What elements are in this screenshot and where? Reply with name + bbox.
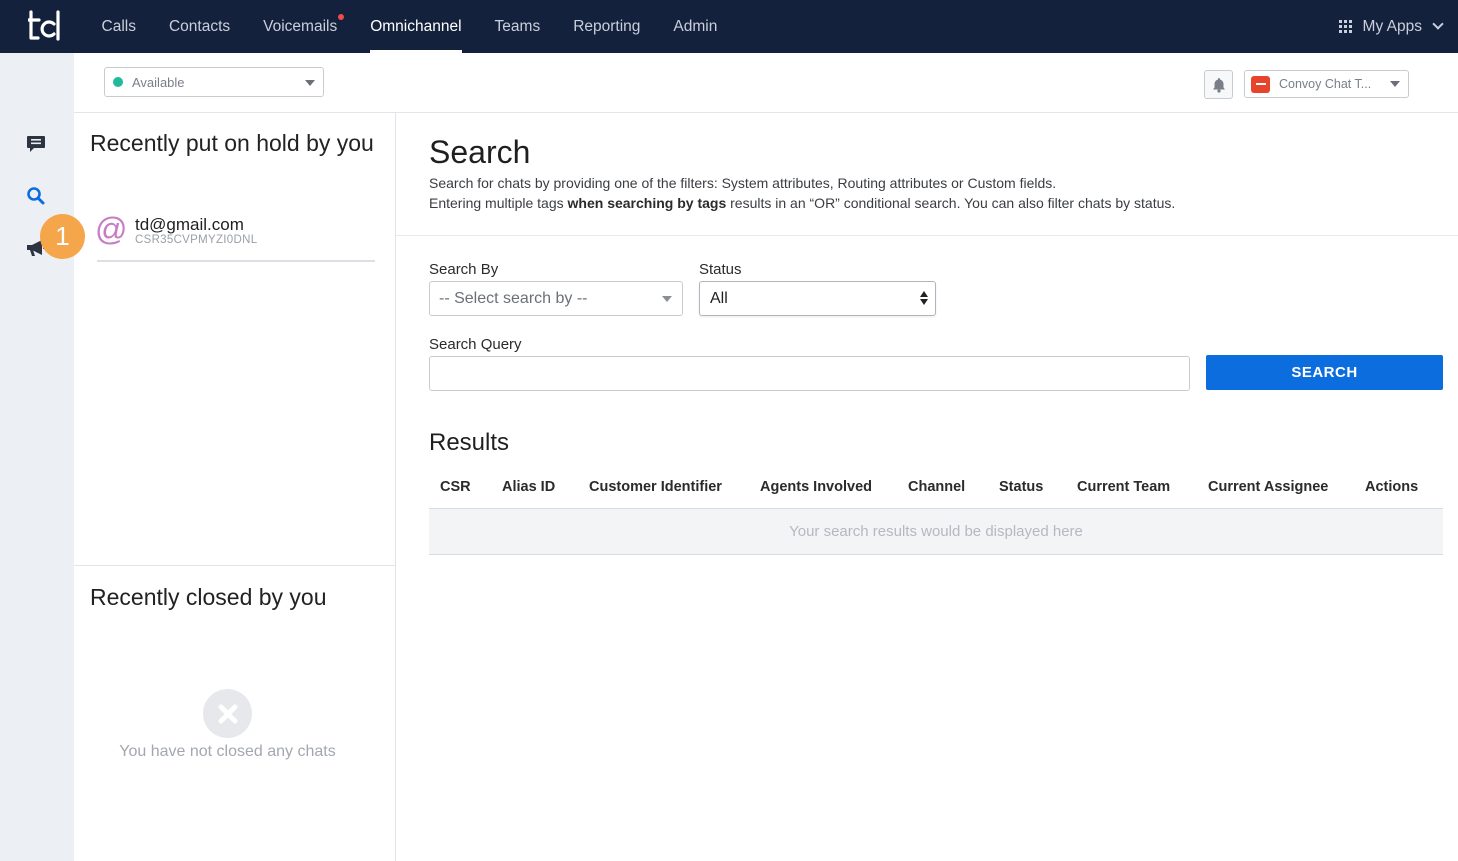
caret-down-icon <box>662 296 672 302</box>
email-at-icon: @ <box>95 211 128 247</box>
bell-icon <box>1212 77 1225 93</box>
notifications-button[interactable] <box>1204 70 1233 99</box>
nav-label: Admin <box>673 17 718 35</box>
inbox-select[interactable]: Convoy Chat T... <box>1244 70 1409 98</box>
nav-teams[interactable]: Teams <box>478 0 557 53</box>
availability-value: Available <box>132 74 185 90</box>
closed-section-title: Recently closed by you <box>90 584 327 610</box>
left-panel: Recently put on hold by you @ td@gmail.c… <box>74 113 396 861</box>
nav-admin[interactable]: Admin <box>657 0 734 53</box>
nav-voicemails[interactable]: Voicemails <box>247 0 354 53</box>
my-apps-label: My Apps <box>1362 17 1422 35</box>
search-query-label: Search Query <box>429 336 522 353</box>
search-by-select[interactable]: -- Select search by -- <box>429 281 683 316</box>
search-by-label: Search By <box>429 261 499 278</box>
hold-item-csr: CSR35CVPMYZI0DNL <box>135 234 258 246</box>
left-rail: 1 <box>0 53 85 861</box>
search-query-input[interactable] <box>429 356 1190 391</box>
convoy-logo-icon <box>1251 75 1270 93</box>
status-value: All <box>710 289 728 307</box>
column-header-current-assignee[interactable]: Current Assignee <box>1208 479 1328 495</box>
main-nav: Calls Contacts Voicemails Omnichannel Te… <box>85 0 734 53</box>
search-description: Search for chats by providing one of the… <box>429 175 1057 191</box>
nav-label: Omnichannel <box>370 17 462 35</box>
closed-empty-message: You have not closed any chats <box>119 743 336 760</box>
nav-reporting[interactable]: Reporting <box>557 0 657 53</box>
notification-dot <box>337 14 344 20</box>
search-main: Search Search for chats by providing one… <box>396 113 1458 861</box>
column-header-agents-involved[interactable]: Agents Involved <box>760 479 872 495</box>
chevron-down-icon <box>1432 18 1444 30</box>
page-title: Search <box>429 134 531 170</box>
desc-bold: when searching by tags <box>567 195 727 211</box>
td-logo[interactable] <box>28 10 62 42</box>
closed-section: Recently closed by you You have not clos… <box>74 565 395 861</box>
divider <box>396 235 1458 236</box>
updown-arrow-icon <box>920 291 928 305</box>
desc-text: Entering multiple tags <box>429 195 568 211</box>
results-title: Results <box>429 429 510 456</box>
caret-down-icon <box>305 80 315 86</box>
availability-select[interactable]: Available <box>104 67 324 97</box>
app-grid-icon <box>1338 20 1352 33</box>
nav-label: Contacts <box>168 17 231 35</box>
nav-label: Calls <box>101 17 136 35</box>
my-apps-menu[interactable]: My Apps <box>1338 0 1444 53</box>
status-dot <box>113 77 123 87</box>
column-header-channel[interactable]: Channel <box>908 479 965 495</box>
inbox-select-value: Convoy Chat T... <box>1279 77 1372 91</box>
hold-section-title: Recently put on hold by you <box>90 130 374 156</box>
column-header-status[interactable]: Status <box>999 479 1043 495</box>
nav-contacts[interactable]: Contacts <box>152 0 246 53</box>
column-header-customer-identifier[interactable]: Customer Identifier <box>589 479 722 495</box>
column-header-actions[interactable]: Actions <box>1365 479 1418 495</box>
desc-text: results in an “OR” conditional search. Y… <box>726 195 1176 211</box>
hold-item-email: td@gmail.com <box>135 215 244 234</box>
status-label: Status <box>699 261 742 278</box>
empty-results-row: Your search results would be displayed h… <box>429 508 1443 555</box>
search-icon[interactable] <box>24 184 48 208</box>
caret-down-icon <box>1390 81 1400 87</box>
sub-header: Available Convoy Chat T... <box>74 53 1458 113</box>
column-header-alias-id[interactable]: Alias ID <box>502 479 555 495</box>
nav-label: Reporting <box>573 17 641 35</box>
column-header-csr[interactable]: CSR <box>440 479 471 495</box>
chat-icon[interactable] <box>24 132 48 156</box>
close-circle-icon <box>203 689 252 738</box>
search-button[interactable]: SEARCH <box>1206 355 1443 390</box>
status-select[interactable]: All <box>699 281 936 316</box>
search-by-value: -- Select search by -- <box>439 289 588 307</box>
nav-omnichannel[interactable]: Omnichannel <box>354 0 478 53</box>
search-description-tags: Entering multiple tags when searching by… <box>429 195 1175 211</box>
column-header-current-team[interactable]: Current Team <box>1077 479 1170 495</box>
hold-list-item[interactable]: @ td@gmail.com CSR35CVPMYZI0DNL <box>95 211 375 262</box>
nav-calls[interactable]: Calls <box>85 0 152 53</box>
top-nav-bar: Calls Contacts Voicemails Omnichannel Te… <box>0 0 1458 53</box>
nav-label: Teams <box>494 17 541 35</box>
nav-label: Voicemails <box>263 17 338 35</box>
